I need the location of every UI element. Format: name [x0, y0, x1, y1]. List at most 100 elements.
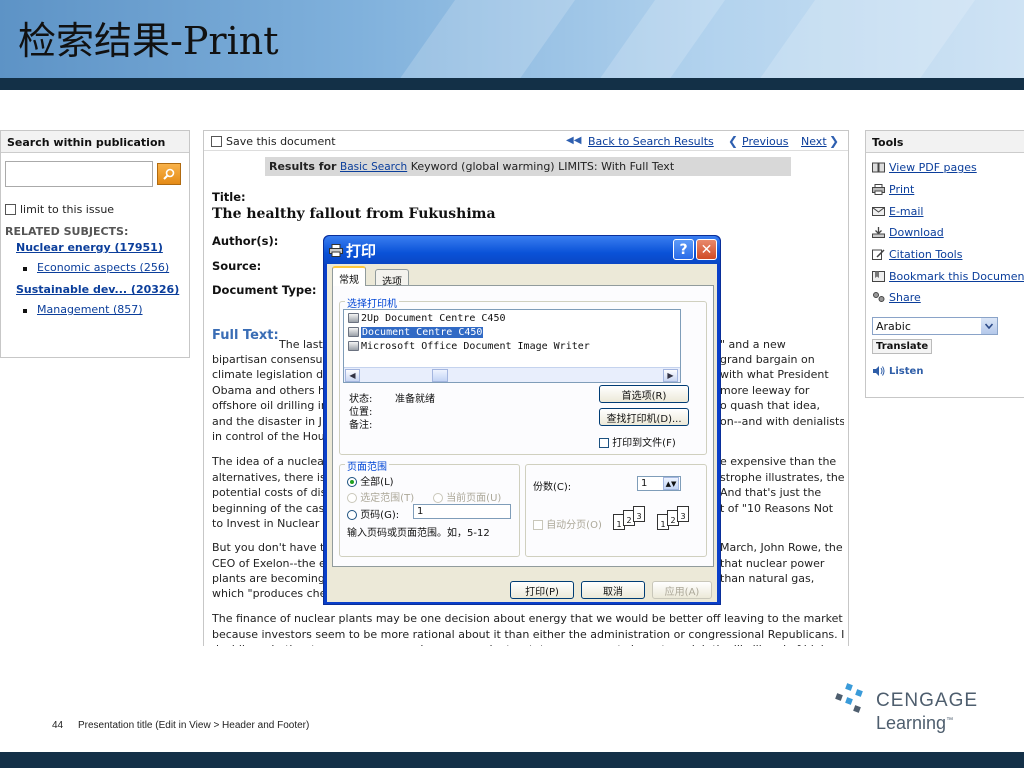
author-label: Author(s):	[212, 234, 279, 248]
article-nav: Save this document ◀◀ Back to Search Res…	[204, 131, 848, 151]
tab-general-pane: 选择打印机 2Up Document Centre C450 Document …	[332, 285, 714, 567]
range-pages-option[interactable]: 页码(G):	[347, 506, 399, 521]
tool-label: E-mail	[889, 205, 924, 218]
page-range-label: 页面范围	[345, 458, 389, 473]
find-printer-button[interactable]: 查找打印机(D)...	[599, 408, 689, 426]
fulltext-label: Full Text:	[212, 328, 279, 343]
print-to-file-option[interactable]: 打印到文件(F)	[599, 434, 676, 449]
results-bar: Results for Basic Search Keyword (global…	[265, 157, 791, 176]
scroll-left-icon[interactable]: ◀	[345, 369, 360, 382]
listen-label: Listen	[889, 365, 924, 377]
next-link[interactable]: Next	[801, 135, 827, 148]
save-checkbox[interactable]	[211, 136, 222, 147]
collate-checkbox	[533, 520, 543, 530]
language-value: Arabic	[876, 320, 911, 333]
save-label: Save this document	[226, 135, 336, 148]
article-title: The healthy fallout from Fukushima	[212, 206, 496, 222]
basic-search-link[interactable]: Basic Search	[340, 161, 407, 173]
tool-bookmark[interactable]: Bookmark this Document	[872, 270, 1024, 283]
cancel-button[interactable]: 取消	[581, 581, 645, 599]
slide-footer: Presentation title (Edit in View > Heade…	[78, 720, 310, 731]
printer-item[interactable]: Microsoft Office Document Image Writer	[346, 339, 592, 353]
subject-link-economic-aspects[interactable]: Economic aspects (256)	[37, 261, 169, 274]
tool-citation[interactable]: Citation Tools	[872, 248, 962, 261]
results-query: Keyword (global warming) LIMITS: With Fu…	[410, 160, 675, 173]
tool-label: Share	[889, 291, 921, 304]
listen-button[interactable]: Listen	[872, 365, 923, 377]
translate-button[interactable]: Translate	[872, 339, 933, 354]
help-button[interactable]: ?	[673, 239, 694, 260]
tab-general[interactable]: 常规	[332, 266, 366, 286]
cengage-logo-icon	[835, 683, 863, 713]
range-pages-radio[interactable]	[347, 510, 357, 520]
print-dialog: 打印 ? ✕ 常规 选项 选择打印机 2Up Document Centre C…	[323, 235, 721, 605]
speaker-icon	[873, 366, 885, 376]
previous-link[interactable]: Previous	[742, 135, 789, 148]
range-all-radio[interactable]	[347, 477, 357, 487]
printer-icon	[872, 184, 885, 195]
preferences-button[interactable]: 首选项(R)	[599, 385, 689, 403]
range-current-radio	[433, 493, 443, 503]
article-line: The finance of nuclear plants may be one…	[212, 612, 843, 625]
pages-input[interactable]: 1	[413, 504, 511, 519]
slide-number: 44	[52, 720, 64, 731]
horizontal-scrollbar[interactable]: ◀ ▶	[344, 367, 680, 382]
copies-spinner-icon[interactable]: ▲▼	[663, 477, 679, 490]
scroll-thumb[interactable]	[432, 369, 448, 382]
search-within-input[interactable]	[5, 161, 153, 187]
chevron-down-icon[interactable]	[981, 318, 997, 334]
slide: 检索结果-Print Search within publication lim…	[0, 0, 1024, 768]
pages-hint: 输入页码或页面范围。如，5-12	[347, 528, 490, 539]
print-button[interactable]: 打印(P)	[510, 581, 574, 599]
logo-text-cengage: CENGAGE	[876, 690, 979, 711]
book-icon	[872, 162, 885, 173]
tool-label: Bookmark this Document	[889, 270, 1024, 283]
printer-icon	[348, 313, 359, 323]
panel-header: Search within publication	[1, 131, 189, 153]
chevron-left-icon: ❮	[728, 134, 739, 148]
tool-share[interactable]: Share	[872, 291, 921, 304]
back-arrow-icon: ◀◀	[566, 135, 582, 146]
tool-label: View PDF pages	[889, 161, 977, 174]
scroll-right-icon[interactable]: ▶	[663, 369, 678, 382]
printer-list[interactable]: 2Up Document Centre C450 Document Centre…	[343, 309, 681, 383]
chevron-right-icon: ❯	[829, 134, 840, 148]
tool-email[interactable]: E-mail	[872, 205, 924, 218]
comment-label: 备注:	[349, 420, 373, 431]
search-button[interactable]	[157, 163, 181, 185]
status-value: 准备就绪	[395, 394, 435, 405]
close-button[interactable]: ✕	[696, 239, 717, 260]
tool-label: Citation Tools	[889, 248, 963, 261]
title-divider-bar	[0, 78, 1024, 90]
back-to-results-link[interactable]: Back to Search Results	[588, 135, 714, 148]
printer-icon	[348, 327, 359, 337]
bullet	[23, 309, 27, 313]
search-within-panel: Search within publication limit to this …	[0, 130, 190, 358]
doctype-label: Document Type:	[212, 283, 317, 297]
title-banner: 检索结果-Print	[0, 0, 1024, 78]
printer-group-label: 选择打印机	[345, 295, 399, 310]
copies-label: 份数(C):	[533, 482, 572, 493]
slide-title: 检索结果-Print	[18, 19, 279, 63]
download-icon	[872, 227, 885, 238]
language-select[interactable]: Arabic	[872, 317, 998, 335]
printer-icon	[348, 341, 359, 351]
limit-checkbox[interactable]	[5, 204, 16, 215]
dialog-titlebar[interactable]: 打印 ? ✕	[324, 236, 720, 264]
tool-download[interactable]: Download	[872, 226, 944, 239]
printer-item[interactable]: 2Up Document Centre C450	[346, 311, 508, 325]
subject-link-sustainable-dev[interactable]: Sustainable dev... (20326)	[16, 283, 179, 296]
limit-issue-option[interactable]: limit to this issue	[5, 203, 114, 216]
collate-option: 自动分页(O)	[533, 516, 602, 531]
print-to-file-checkbox[interactable]	[599, 438, 609, 448]
related-subjects-title: RELATED SUBJECTS:	[5, 225, 129, 238]
tool-view-pdf[interactable]: View PDF pages	[872, 161, 977, 174]
tool-print[interactable]: Print	[872, 183, 914, 196]
save-document-option[interactable]: Save this document	[211, 135, 336, 148]
range-all-option[interactable]: 全部(L)	[347, 473, 394, 488]
printer-item-selected[interactable]: Document Centre C450	[346, 325, 485, 339]
subject-link-nuclear-energy[interactable]: Nuclear energy (17951)	[16, 241, 163, 254]
range-selection-option: 选定范围(T)	[347, 489, 414, 504]
envelope-icon	[872, 207, 885, 216]
subject-link-management[interactable]: Management (857)	[37, 303, 143, 316]
